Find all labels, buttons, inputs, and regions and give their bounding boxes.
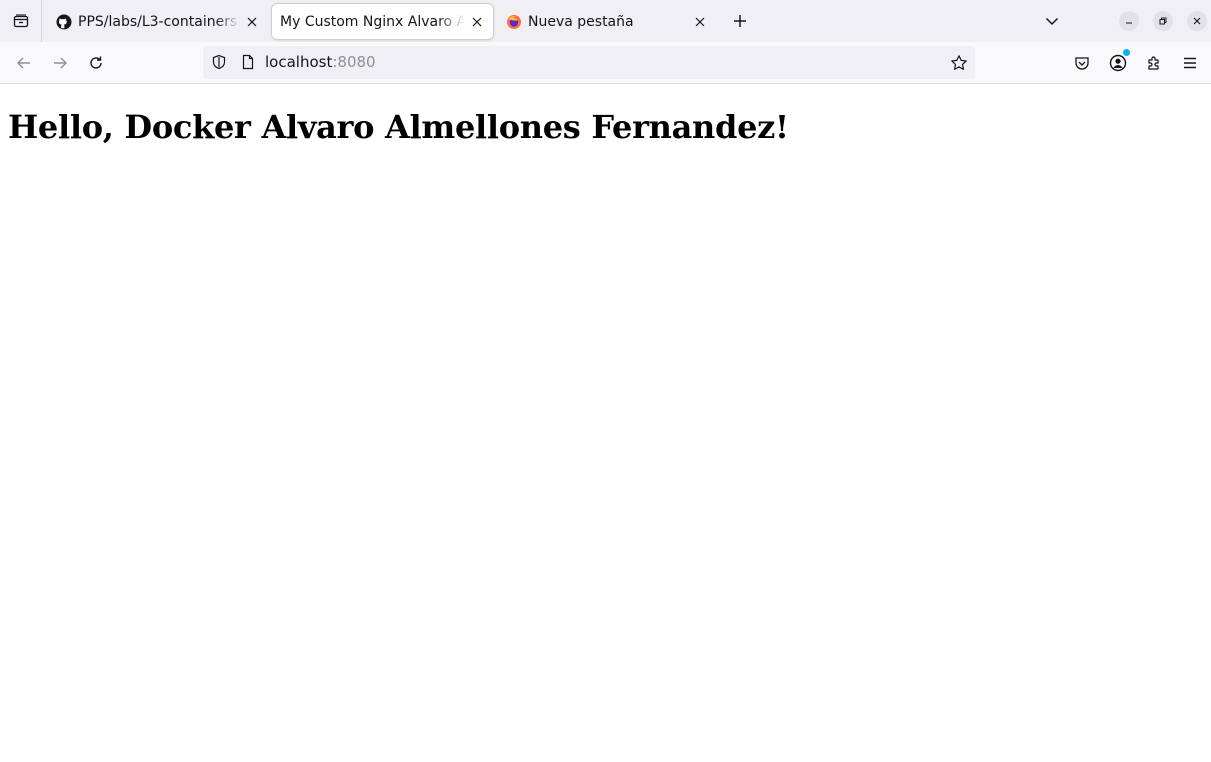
page-content: Hello, Docker Alvaro Almellones Fernande…: [0, 85, 1211, 762]
reload-icon: [88, 55, 104, 71]
new-tab-button[interactable]: [728, 9, 752, 33]
tab-strip: PPS/labs/L3-containers.md My Custom Ngin…: [0, 0, 1211, 42]
tab-active-nginx[interactable]: My Custom Nginx Alvaro Almellones Fernan…: [272, 4, 493, 39]
puzzle-icon: [1146, 55, 1162, 71]
account-icon: [1109, 49, 1130, 72]
shield-icon[interactable]: [211, 54, 227, 70]
page-icon[interactable]: [240, 54, 256, 70]
minimize-button[interactable]: [1119, 11, 1139, 31]
tab-title: My Custom Nginx Alvaro Almellones Fernan…: [280, 13, 465, 30]
app-menu-button[interactable]: [1181, 54, 1199, 72]
extensions-button[interactable]: [1145, 54, 1163, 72]
firefox-view-button[interactable]: [0, 0, 42, 42]
bookmark-star-icon[interactable]: [950, 54, 968, 72]
close-tab-icon[interactable]: [469, 14, 485, 30]
arrow-right-icon: [52, 55, 68, 71]
pocket-icon: [1074, 55, 1090, 71]
chevron-down-icon: [1045, 14, 1059, 28]
tab-title: PPS/labs/L3-containers.md: [78, 13, 240, 30]
close-tab-icon[interactable]: [692, 14, 708, 30]
restore-icon: [1158, 16, 1168, 26]
firefox-view-icon: [13, 13, 29, 29]
url-bar[interactable]: localhost:8080: [203, 46, 975, 79]
close-window-button[interactable]: [1187, 11, 1207, 31]
forward-button[interactable]: [48, 51, 72, 75]
github-icon: [56, 14, 72, 30]
plus-icon: [733, 14, 747, 28]
pocket-button[interactable]: [1073, 54, 1091, 72]
navigation-toolbar: localhost:8080: [0, 42, 1211, 84]
tab-github[interactable]: PPS/labs/L3-containers.md: [48, 4, 268, 39]
page-heading: Hello, Docker Alvaro Almellones Fernande…: [8, 108, 789, 146]
restore-button[interactable]: [1153, 11, 1173, 31]
hamburger-menu-icon: [1182, 55, 1198, 71]
url-text[interactable]: localhost:8080: [265, 53, 376, 71]
reload-button[interactable]: [84, 51, 108, 75]
back-button[interactable]: [12, 51, 36, 75]
tab-title: Nueva pestaña: [528, 13, 634, 30]
url-port: :8080: [332, 53, 376, 71]
sync-badge-icon: [1123, 49, 1130, 56]
firefox-icon: [506, 14, 522, 30]
minimize-icon: [1124, 16, 1134, 26]
arrow-left-icon: [16, 55, 32, 71]
url-host: localhost: [265, 53, 333, 71]
list-all-tabs-button[interactable]: [1040, 9, 1064, 33]
close-tab-icon[interactable]: [244, 14, 260, 30]
close-icon: [1192, 16, 1202, 26]
account-button[interactable]: [1109, 49, 1130, 72]
tab-new-tab[interactable]: Nueva pestaña: [498, 4, 716, 39]
